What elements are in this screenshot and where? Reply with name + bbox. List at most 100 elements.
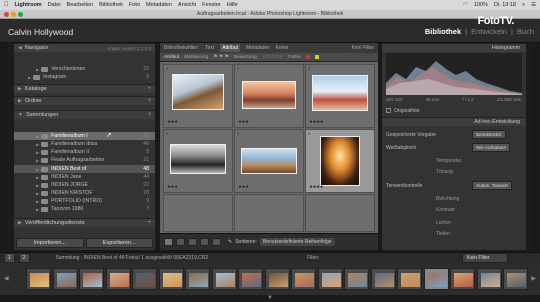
collection-row[interactable]: ▶ Familienalbum Ibiza 46 bbox=[14, 140, 155, 148]
wifi-icon[interactable]: ◠ bbox=[463, 2, 468, 8]
filmstrip-thumbnail[interactable] bbox=[450, 268, 475, 290]
module-develop[interactable]: Entwickeln bbox=[471, 27, 507, 36]
grid-cell[interactable]: 5 ★★★ bbox=[234, 129, 304, 193]
red-label-swatch[interactable] bbox=[305, 55, 310, 59]
people-view-icon[interactable] bbox=[212, 238, 221, 246]
filmstrip-thumbnail[interactable] bbox=[105, 268, 131, 290]
white-balance-select[interactable]: Wie Aufnahme bbox=[472, 143, 510, 152]
folder-row[interactable]: ▶ Verschiedenes 33 bbox=[14, 65, 155, 73]
plus-icon[interactable]: + bbox=[147, 112, 151, 118]
filmstrip-filter-select[interactable]: Kein Filter bbox=[462, 253, 508, 263]
cell-rating-stars[interactable]: ★★★ bbox=[167, 184, 178, 190]
contrast-row[interactable]: Kontrast bbox=[386, 205, 522, 214]
cell-rating-stars[interactable]: ★★★★ bbox=[309, 119, 324, 125]
minimize-window-icon[interactable] bbox=[11, 12, 16, 17]
right-edge-scrollbar[interactable] bbox=[527, 43, 533, 250]
shadows-row[interactable]: Tiefen bbox=[386, 229, 522, 238]
search-icon[interactable]: ⌕ bbox=[522, 2, 525, 9]
zoom-window-icon[interactable] bbox=[18, 12, 23, 17]
apple-icon[interactable]:  bbox=[4, 2, 9, 8]
close-window-icon[interactable] bbox=[4, 12, 9, 17]
navigator-zoom-options[interactable]: Anpas. Ausfül. 1:1 1:3 bbox=[107, 46, 151, 51]
cell-rating-stars[interactable]: ★★★ bbox=[238, 184, 249, 190]
grid-cell[interactable]: 1 ★★★ bbox=[163, 64, 233, 128]
filter-tab-metadata[interactable]: Metadaten bbox=[246, 45, 270, 51]
collection-row[interactable]: ▶ INDIEN KRISTOF 28 bbox=[14, 189, 155, 197]
filmstrip-thumbnail[interactable] bbox=[185, 268, 210, 290]
filmstrip-source-path[interactable]: Sammlung : INDIEN Best of 48 Fotos/ 1 au… bbox=[56, 255, 209, 261]
saved-preset-select[interactable]: Benutzerdef. bbox=[472, 130, 507, 139]
page-2-button[interactable]: 2 bbox=[18, 253, 30, 263]
folder-row[interactable]: ▶ Instagram 9 bbox=[14, 73, 155, 81]
filmstrip-thumbnail[interactable] bbox=[211, 268, 237, 290]
filter-tab-text[interactable]: Text bbox=[205, 45, 214, 51]
filter-preset[interactable]: Kein Filter bbox=[351, 45, 378, 51]
menu-fenster[interactable]: Fenster bbox=[202, 2, 221, 8]
filmstrip-thumbnail[interactable] bbox=[397, 268, 422, 290]
export-button[interactable]: Exportieren... bbox=[85, 238, 153, 248]
grid-view-icon[interactable] bbox=[164, 238, 173, 246]
navigator-header[interactable]: ◀ Navigator Anpas. Ausfül. 1:1 1:3 bbox=[14, 43, 155, 52]
collection-row[interactable]: ▶ PORTFOLIO (INTRO) 9 bbox=[14, 197, 155, 205]
grid-cell[interactable] bbox=[305, 194, 375, 232]
left-edge-scrollbar[interactable] bbox=[7, 43, 13, 250]
filmstrip-thumbnail[interactable] bbox=[79, 268, 104, 290]
filmstrip-scroll-left-icon[interactable]: ◀ bbox=[4, 275, 9, 282]
filmstrip-thumbnail-selected[interactable] bbox=[423, 268, 449, 290]
menu-bibliothek[interactable]: Bibliothek bbox=[99, 2, 123, 8]
cell-rating-stars[interactable]: ★★★★ bbox=[309, 184, 324, 190]
filmstrip-thumbnail[interactable] bbox=[370, 268, 396, 290]
grid-cell-selected[interactable]: 6 ★★★★ bbox=[305, 129, 375, 193]
rating-filter[interactable]: Bewertung bbox=[234, 55, 257, 60]
collection-row[interactable]: ▶ Finale Auftragsarbeiten 21 bbox=[14, 156, 155, 164]
original-photo-checkbox[interactable] bbox=[386, 108, 391, 113]
plus-icon[interactable]: + bbox=[147, 98, 151, 104]
collapse-filmstrip-icon[interactable]: ▼ bbox=[267, 295, 273, 301]
filmstrip-thumbnail[interactable] bbox=[344, 268, 369, 290]
highlights-row[interactable]: Lichter bbox=[386, 218, 522, 227]
filter-tab-attribute[interactable]: Attribut bbox=[220, 44, 241, 52]
grid-cell[interactable] bbox=[234, 194, 304, 232]
tint-row[interactable]: Tönung bbox=[386, 167, 522, 176]
filmstrip-thumbnail[interactable] bbox=[264, 268, 290, 290]
yellow-label-swatch[interactable] bbox=[314, 55, 319, 59]
menu-hilfe[interactable]: Hilfe bbox=[227, 2, 238, 8]
cell-rating-stars[interactable]: ★★★ bbox=[238, 119, 249, 125]
module-book[interactable]: Buch bbox=[517, 27, 534, 36]
menu-app-name[interactable]: Lightroom bbox=[15, 2, 42, 8]
histogram-header[interactable]: Histogramm bbox=[382, 43, 526, 52]
exposure-row[interactable]: Belichtung bbox=[386, 194, 522, 203]
filmstrip-thumbnail[interactable] bbox=[476, 268, 502, 290]
original-photo-row[interactable]: Originalfoto bbox=[386, 106, 522, 115]
filmstrip-scroll-right-icon[interactable]: ▶ bbox=[531, 275, 536, 282]
page-1-button[interactable]: 1 bbox=[4, 253, 15, 263]
flag-filter[interactable]: Markierung bbox=[184, 55, 208, 60]
list-icon[interactable]: ☰ bbox=[531, 2, 536, 8]
temperature-row[interactable]: Temperatur bbox=[386, 156, 522, 165]
filmstrip-thumbnail[interactable] bbox=[503, 268, 528, 290]
filmstrip-thumbnail[interactable] bbox=[238, 268, 263, 290]
sort-order-select[interactable]: Benutzerdefinierte Reihenfolge bbox=[259, 238, 335, 246]
painter-icon[interactable]: ✎ bbox=[228, 239, 232, 245]
loupe-view-icon[interactable] bbox=[176, 238, 185, 246]
filmstrip-thumbnail[interactable] bbox=[52, 268, 78, 290]
filmstrip-thumbnail[interactable] bbox=[158, 268, 184, 290]
filmstrip-thumbnail[interactable] bbox=[132, 268, 157, 290]
collections-header[interactable]: ▼ Sammlungen + bbox=[14, 110, 155, 119]
menu-metadaten[interactable]: Metadaten bbox=[146, 2, 172, 8]
rating-stars[interactable]: ☆☆☆☆☆ bbox=[262, 55, 284, 60]
catalog-header[interactable]: ▶ Kataloge + bbox=[14, 84, 155, 93]
survey-view-icon[interactable] bbox=[200, 238, 209, 246]
collection-row[interactable]: ▶ Familienalbum I 15 bbox=[14, 132, 155, 140]
import-button[interactable]: Importieren... bbox=[16, 238, 84, 248]
clock[interactable]: Di. 13:18 bbox=[494, 2, 516, 8]
collection-row[interactable]: ▶ INDIEN JORGE 22 bbox=[14, 181, 155, 189]
menu-datei[interactable]: Datei bbox=[48, 2, 61, 8]
module-library[interactable]: Bibliothek bbox=[425, 27, 461, 36]
color-filter[interactable]: Farbe bbox=[288, 55, 301, 60]
grid-cell[interactable] bbox=[163, 194, 233, 232]
flag-icons[interactable]: ⚑ ⚑ ⚑ bbox=[213, 55, 229, 60]
collection-row-selected[interactable]: ▶ INDIEN Best of 48 bbox=[14, 165, 155, 173]
collection-row[interactable]: ▶ Familienalbum II 9 bbox=[14, 148, 155, 156]
filmstrip-thumbnail[interactable] bbox=[26, 268, 51, 290]
